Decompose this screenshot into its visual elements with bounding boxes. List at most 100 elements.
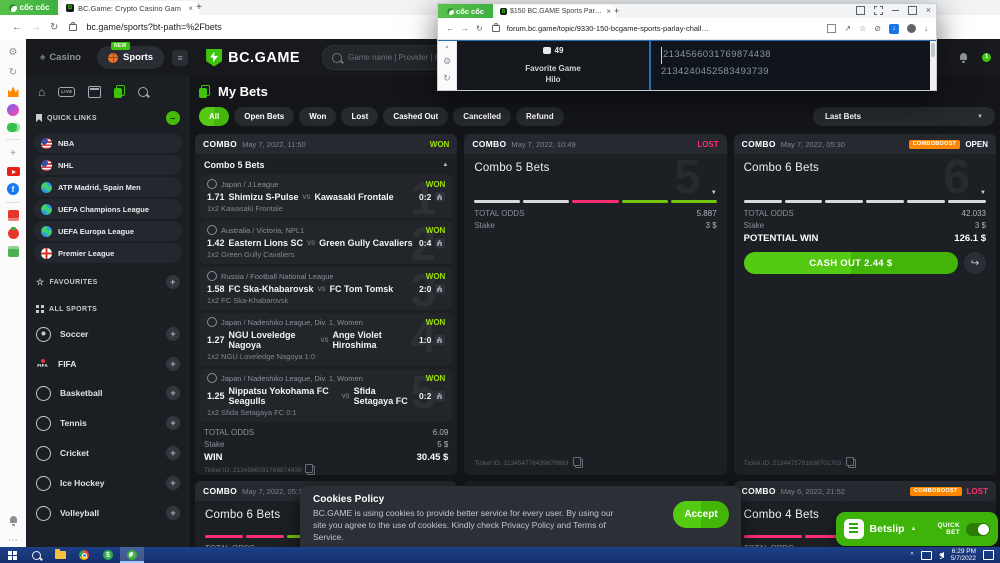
minimize-icon[interactable]	[892, 10, 899, 11]
stats-icon[interactable]	[435, 335, 445, 345]
ticket-number[interactable]: 2134240452583493739	[661, 64, 936, 81]
back-icon[interactable]: ←	[446, 24, 454, 33]
live-icon[interactable]: LIVE	[58, 87, 75, 97]
browser-tab[interactable]: B BC.Game: Crypto Casino Gam ×	[61, 1, 199, 15]
back-icon[interactable]: ←	[12, 22, 22, 33]
bet-leg[interactable]: 4Japan / Nadeshiko League, Div. 1, Women…	[200, 313, 452, 366]
expand-sport-button[interactable]: +	[166, 416, 180, 430]
sidebar-item-premier-league[interactable]: Premier League	[34, 243, 182, 263]
money-app-icon[interactable]: $	[96, 547, 120, 563]
tab-close-icon[interactable]: ×	[187, 4, 194, 13]
filter-tab-cashed-out[interactable]: Cashed Out	[383, 107, 448, 126]
reload-icon[interactable]: ↻	[50, 22, 58, 33]
odds-menu-button[interactable]: ≡	[172, 50, 188, 66]
bell-icon[interactable]	[7, 514, 20, 527]
sort-dropdown[interactable]: Last Bets▼	[813, 107, 995, 126]
scroll-up-icon[interactable]: ▲	[445, 44, 450, 50]
filter-tab-won[interactable]: Won	[299, 107, 336, 126]
downloads-tray-icon[interactable]: ↓	[924, 24, 928, 33]
add-icon[interactable]: +	[7, 147, 20, 160]
sidebar-search-icon[interactable]	[138, 87, 148, 97]
filter-tab-all[interactable]: All	[199, 107, 229, 126]
betslip-bar[interactable]: Betslip ▲ QUICK BET	[836, 512, 998, 546]
url-text[interactable]: bc.game/sports?bt-path=%2Fbets	[86, 22, 221, 32]
sidebar-item-basketball[interactable]: Basketball+	[26, 378, 190, 408]
translate-icon[interactable]	[827, 24, 836, 33]
schedule-icon[interactable]	[88, 86, 101, 98]
hot-icon[interactable]	[8, 86, 19, 97]
copy-icon[interactable]	[848, 459, 856, 468]
sidebar-item-nhl[interactable]: NHL	[34, 155, 182, 175]
taskbar-search-icon[interactable]	[24, 547, 48, 563]
filter-tab-refund[interactable]: Refund	[516, 107, 564, 126]
sidebar-item-uefa-champions-league[interactable]: UEFA Champions League	[34, 199, 182, 219]
maximize-icon[interactable]	[908, 6, 917, 15]
history-icon[interactable]: ↻	[443, 73, 451, 84]
sidebar-item-soccer[interactable]: Soccer+	[26, 319, 190, 349]
tray-expand-icon[interactable]: ^	[910, 552, 913, 559]
bet-leg[interactable]: 2Australia / Victoria, NPL1WON1.42Easter…	[200, 221, 452, 264]
ticket-numbers-panel[interactable]: 21345660317698744382134240452583493739	[649, 41, 936, 90]
expand-sport-button[interactable]: +	[166, 446, 180, 460]
filter-tab-open-bets[interactable]: Open Bets	[234, 107, 294, 126]
sidebar-item-nba[interactable]: NBA	[34, 133, 182, 153]
nav-casino[interactable]: ♠ Casino	[40, 52, 81, 63]
expand-sport-button[interactable]: +	[166, 476, 180, 490]
coccoc-brand[interactable]: cốc cốc	[0, 0, 58, 15]
bet-card-combo-open[interactable]: COMBO May 7, 2022, 05:30 COMBOBOOST OPEN…	[734, 134, 996, 475]
my-bets-icon[interactable]	[114, 85, 125, 98]
filter-tab-lost[interactable]: Lost	[341, 107, 378, 126]
collapse-icon[interactable]: ▲	[442, 162, 448, 168]
messenger-icon[interactable]	[7, 104, 19, 116]
settings-icon[interactable]: ⚙	[443, 56, 451, 67]
bet-leg[interactable]: 5Japan / Nadeshiko League, Div. 1, Women…	[200, 369, 452, 422]
close-icon[interactable]: ×	[926, 7, 931, 14]
sidebar-item-ice-hockey[interactable]: Ice Hockey+	[26, 468, 190, 498]
stats-icon[interactable]	[435, 284, 445, 294]
expand-sport-button[interactable]: +	[166, 327, 180, 341]
tab-tools-icon[interactable]	[874, 6, 883, 15]
lock-icon[interactable]	[69, 24, 77, 31]
popup-url-text[interactable]: forum.bc.game/topic/9330-150-bcgame-spor…	[507, 24, 712, 33]
collapse-quick-links-button[interactable]: –	[166, 111, 180, 125]
popup-scrollbar[interactable]	[930, 41, 936, 90]
cash-out-button[interactable]: CASH OUT 2.44 $	[744, 252, 958, 274]
popup-tab[interactable]: B $150 BC.GAME Sports Parlay ×	[496, 5, 616, 18]
youtube-icon[interactable]	[7, 167, 20, 176]
add-favourite-button[interactable]: +	[166, 275, 180, 289]
expand-sport-button[interactable]: +	[166, 506, 180, 520]
bet-card-combo-lost[interactable]: COMBO May 7, 2022, 10:49 LOST 5 Combo 5 …	[464, 134, 726, 475]
home-icon[interactable]: ⌂	[38, 87, 45, 97]
volume-icon[interactable]	[939, 552, 944, 558]
shop-icon[interactable]	[8, 210, 19, 221]
network-icon[interactable]	[921, 551, 932, 560]
reading-mode-icon[interactable]	[856, 6, 865, 15]
reload-icon[interactable]: ↻	[476, 24, 483, 33]
favorite-game-value[interactable]: Hilo	[545, 75, 560, 84]
comments-count[interactable]: 49	[543, 46, 564, 55]
profile-avatar[interactable]	[907, 24, 916, 33]
chrome-icon[interactable]	[72, 547, 96, 563]
bell-icon[interactable]	[959, 53, 968, 63]
start-button[interactable]	[0, 547, 24, 563]
sidebar-item-tennis[interactable]: Tennis+	[26, 408, 190, 438]
nav-sports[interactable]: NEW Sports	[97, 46, 164, 69]
bookmark-star-icon[interactable]: ☆	[859, 24, 866, 33]
stats-icon[interactable]	[435, 391, 445, 401]
facebook-icon[interactable]: f	[7, 183, 19, 195]
expand-sport-button[interactable]: +	[166, 386, 180, 400]
popup-tab-close-icon[interactable]: ×	[605, 7, 612, 16]
share-button[interactable]: ↪	[964, 252, 986, 274]
stats-icon[interactable]	[435, 238, 445, 248]
more-icon[interactable]: ⋯	[7, 534, 20, 547]
stats-icon[interactable]	[435, 192, 445, 202]
popup-coccoc-brand[interactable]: cốc cốc	[438, 4, 493, 18]
share-icon[interactable]: ↗	[844, 24, 851, 33]
file-explorer-icon[interactable]	[48, 547, 72, 563]
bet-card-title-row[interactable]: Combo 5 Bets ▲	[195, 154, 457, 175]
sidebar-item-cricket[interactable]: Cricket+	[26, 438, 190, 468]
bet-leg[interactable]: 3Russia / Football National LeagueWON1.5…	[200, 267, 452, 310]
download-icon[interactable]: ↓	[889, 24, 899, 34]
forward-icon[interactable]: →	[461, 24, 469, 33]
action-center-icon[interactable]	[983, 550, 994, 560]
